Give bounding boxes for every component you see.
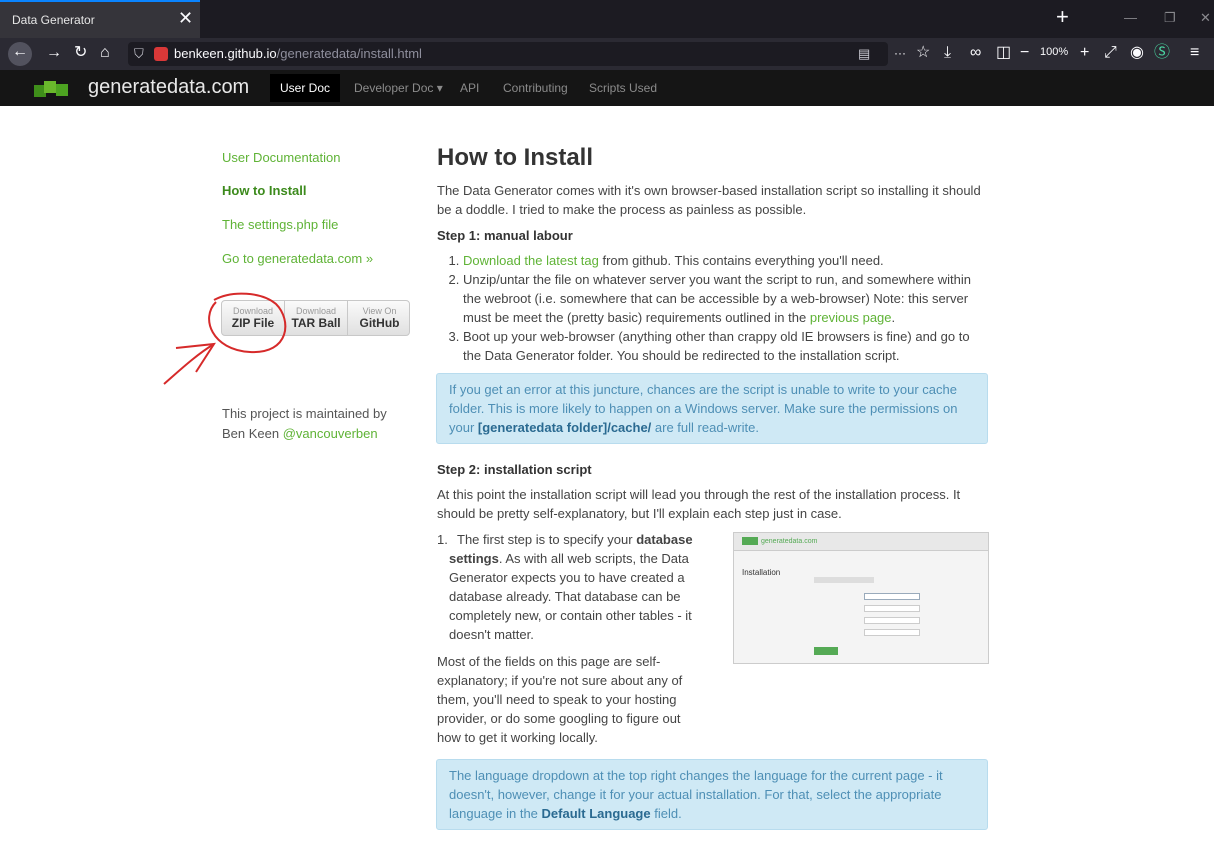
logo-icon [34,81,68,97]
step1-heading: Step 1: manual labour [437,228,573,243]
browser-toolbar: ← → ↻ ⌂ ⛉ benkeen.github.io/generatedata… [0,38,1214,70]
nav-api[interactable]: API [460,81,479,95]
more-icon[interactable]: ··· [894,43,906,63]
close-icon[interactable]: ✕ [178,8,193,29]
restore-icon[interactable]: ❐ [1164,10,1176,26]
download-zip-label: ZIP File [231,316,275,330]
alert-bold: Default Language [541,806,651,821]
reader-view-icon[interactable]: ▤ [858,42,870,66]
maintained-text: This project is maintained by [222,406,387,421]
reload-icon[interactable]: ↻ [74,43,87,63]
fullscreen-icon[interactable]: ⤢ [1104,43,1117,63]
list-item: Download the latest tag from github. Thi… [463,251,989,270]
step2-item-text: 1. The first step is to specify your dat… [437,532,693,642]
list-item-text: The first step is to specify your [457,532,637,547]
cache-alert: If you get an error at this juncture, ch… [436,373,988,444]
download-button-group: Download ZIP File Download TAR Ball View… [221,300,410,336]
url-bar[interactable]: ⛉ benkeen.github.io/generatedata/install… [128,42,888,66]
language-alert: The language dropdown at the top right c… [436,759,988,830]
zoom-level[interactable]: 100% [1040,46,1068,58]
download-tar-button[interactable]: Download TAR Ball [285,301,348,335]
view-github-label: GitHub [359,316,400,330]
alert-text: The language dropdown at the top right c… [449,768,943,821]
download-tar-label: TAR Ball [291,316,341,330]
nav-developer-doc[interactable]: Developer Doc ▾ [354,81,443,95]
intro-text: The Data Generator comes with it's own b… [437,183,981,217]
download-zip-button[interactable]: Download ZIP File [222,301,285,335]
browser-tab[interactable]: Data Generator ✕ [0,0,200,38]
url-path: /generatedata/install.html [276,46,422,61]
site-logo[interactable]: generatedata.com [88,76,249,99]
extension-s-icon[interactable]: Ⓢ [1154,43,1170,63]
shield-icon: ⛉ [134,46,144,61]
list-item: Boot up your web-browser (anything other… [463,327,989,365]
sidebar-icon[interactable]: ◫ [996,43,1011,63]
menu-icon[interactable]: ≡ [1190,43,1199,63]
list-item-text: Boot up your web-browser (anything other… [463,329,970,363]
bookmark-star-icon[interactable]: ☆ [916,43,930,63]
list-item: Unzip/untar the file on whatever server … [463,270,989,327]
page-title: How to Install [437,144,593,171]
list-item-text: from github. This contains everything yo… [598,253,884,268]
alert-text: field. [650,806,682,821]
sidebar-link-user-documentation[interactable]: User Documentation [222,150,341,165]
download-zip-small: Download [232,306,274,316]
main-content: How to Install The Data Generator comes … [436,144,989,846]
step2-item-p2: Most of the fields on this page are self… [437,654,683,745]
site-favicon [154,47,168,61]
zoom-out-icon[interactable]: − [1020,43,1029,63]
alert-bold: [generatedata folder]/cache/ [477,420,652,435]
new-tab-icon[interactable]: + [1056,4,1069,30]
account-icon[interactable]: ◉ [1130,43,1144,63]
zoom-in-icon[interactable]: + [1080,43,1089,63]
step1-list: Download the latest tag from github. Thi… [463,251,989,365]
step2-heading: Step 2: installation script [437,462,592,477]
view-github-button[interactable]: View On GitHub [348,301,411,335]
sidebar-link-how-to-install[interactable]: How to Install [222,183,307,198]
home-icon[interactable]: ⌂ [100,43,110,63]
alert-text: are full read-write. [651,420,759,435]
step2-intro: At this point the installation script wi… [437,487,961,521]
maintainer-handle-link[interactable]: @vancouverben [283,426,378,441]
maintainer-name: Ben Keen [222,426,280,441]
forward-icon[interactable]: → [46,43,62,63]
view-github-small: View On [362,306,397,316]
browser-tab-bar: Data Generator ✕ + — ❐ ✕ [0,0,1214,38]
download-tar-small: Download [295,306,337,316]
back-icon[interactable]: ← [8,42,32,66]
thumb-logo: generatedata.com [761,538,818,545]
previous-page-link[interactable]: previous page [810,310,892,325]
installation-screenshot: generatedata.com Installation [733,532,989,664]
site-navbar: generatedata.com User Doc Developer Doc … [0,70,1214,106]
minimize-icon[interactable]: — [1124,10,1137,25]
download-latest-tag-link[interactable]: Download the latest tag [463,253,599,268]
step2-item: 1. The first step is to specify your dat… [437,530,989,664]
nav-scripts-used[interactable]: Scripts Used [589,81,657,95]
download-icon[interactable]: ⤓ [944,43,951,63]
sidebar-link-generatedata[interactable]: Go to generatedata.com » [222,251,373,266]
extension-icon[interactable]: ∞ [970,43,981,63]
list-item-text: . [891,310,896,325]
window-close-icon[interactable]: ✕ [1200,10,1211,26]
tab-title: Data Generator [12,13,95,27]
url-domain: benkeen.github.io [174,46,277,61]
sidebar-link-settings-file[interactable]: The settings.php file [222,217,338,232]
nav-contributing[interactable]: Contributing [503,81,568,95]
maintainer-info: This project is maintained by Ben Keen @… [222,404,402,444]
nav-user-doc[interactable]: User Doc [270,74,340,102]
